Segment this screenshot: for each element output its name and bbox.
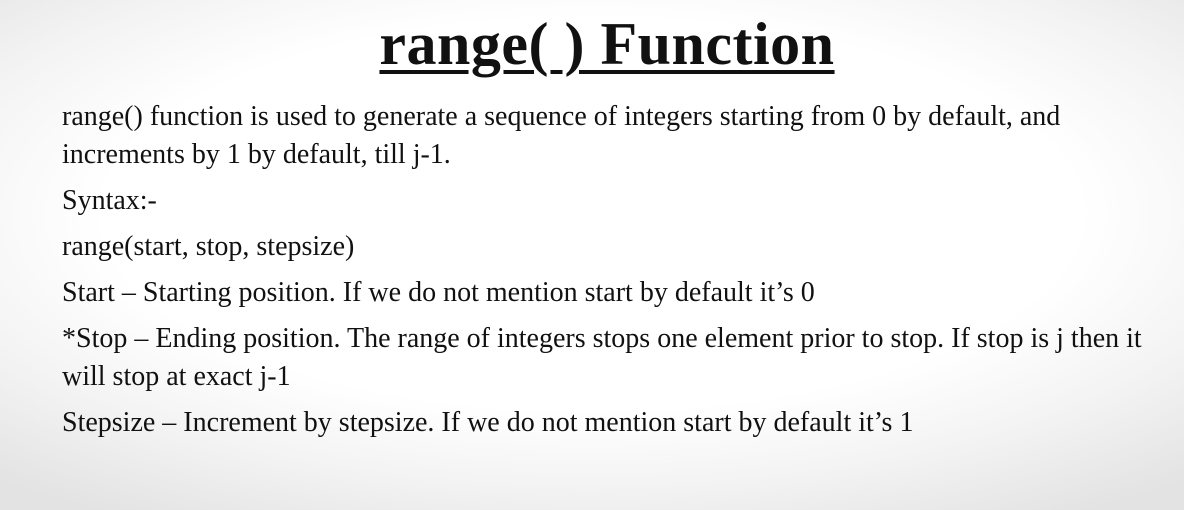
syntax-signature: range(start, stop, stepsize) — [62, 231, 355, 262]
slide-body: range() function is used to generate a s… — [62, 98, 1162, 450]
syntax-heading: Syntax:- — [62, 185, 157, 216]
stepsize-parameter-description: Stepsize – Increment by stepsize. If we … — [62, 407, 914, 438]
slide-title-text: range( ) Function — [379, 11, 835, 77]
description-paragraph: range() function is used to generate a s… — [62, 101, 1061, 170]
stop-parameter-description: *Stop – Ending position. The range of in… — [62, 323, 1142, 392]
slide: range( ) Function range() function is us… — [0, 0, 1184, 510]
slide-title: range( ) Function — [0, 6, 1184, 82]
start-parameter-description: Start – Starting position. If we do not … — [62, 277, 815, 308]
